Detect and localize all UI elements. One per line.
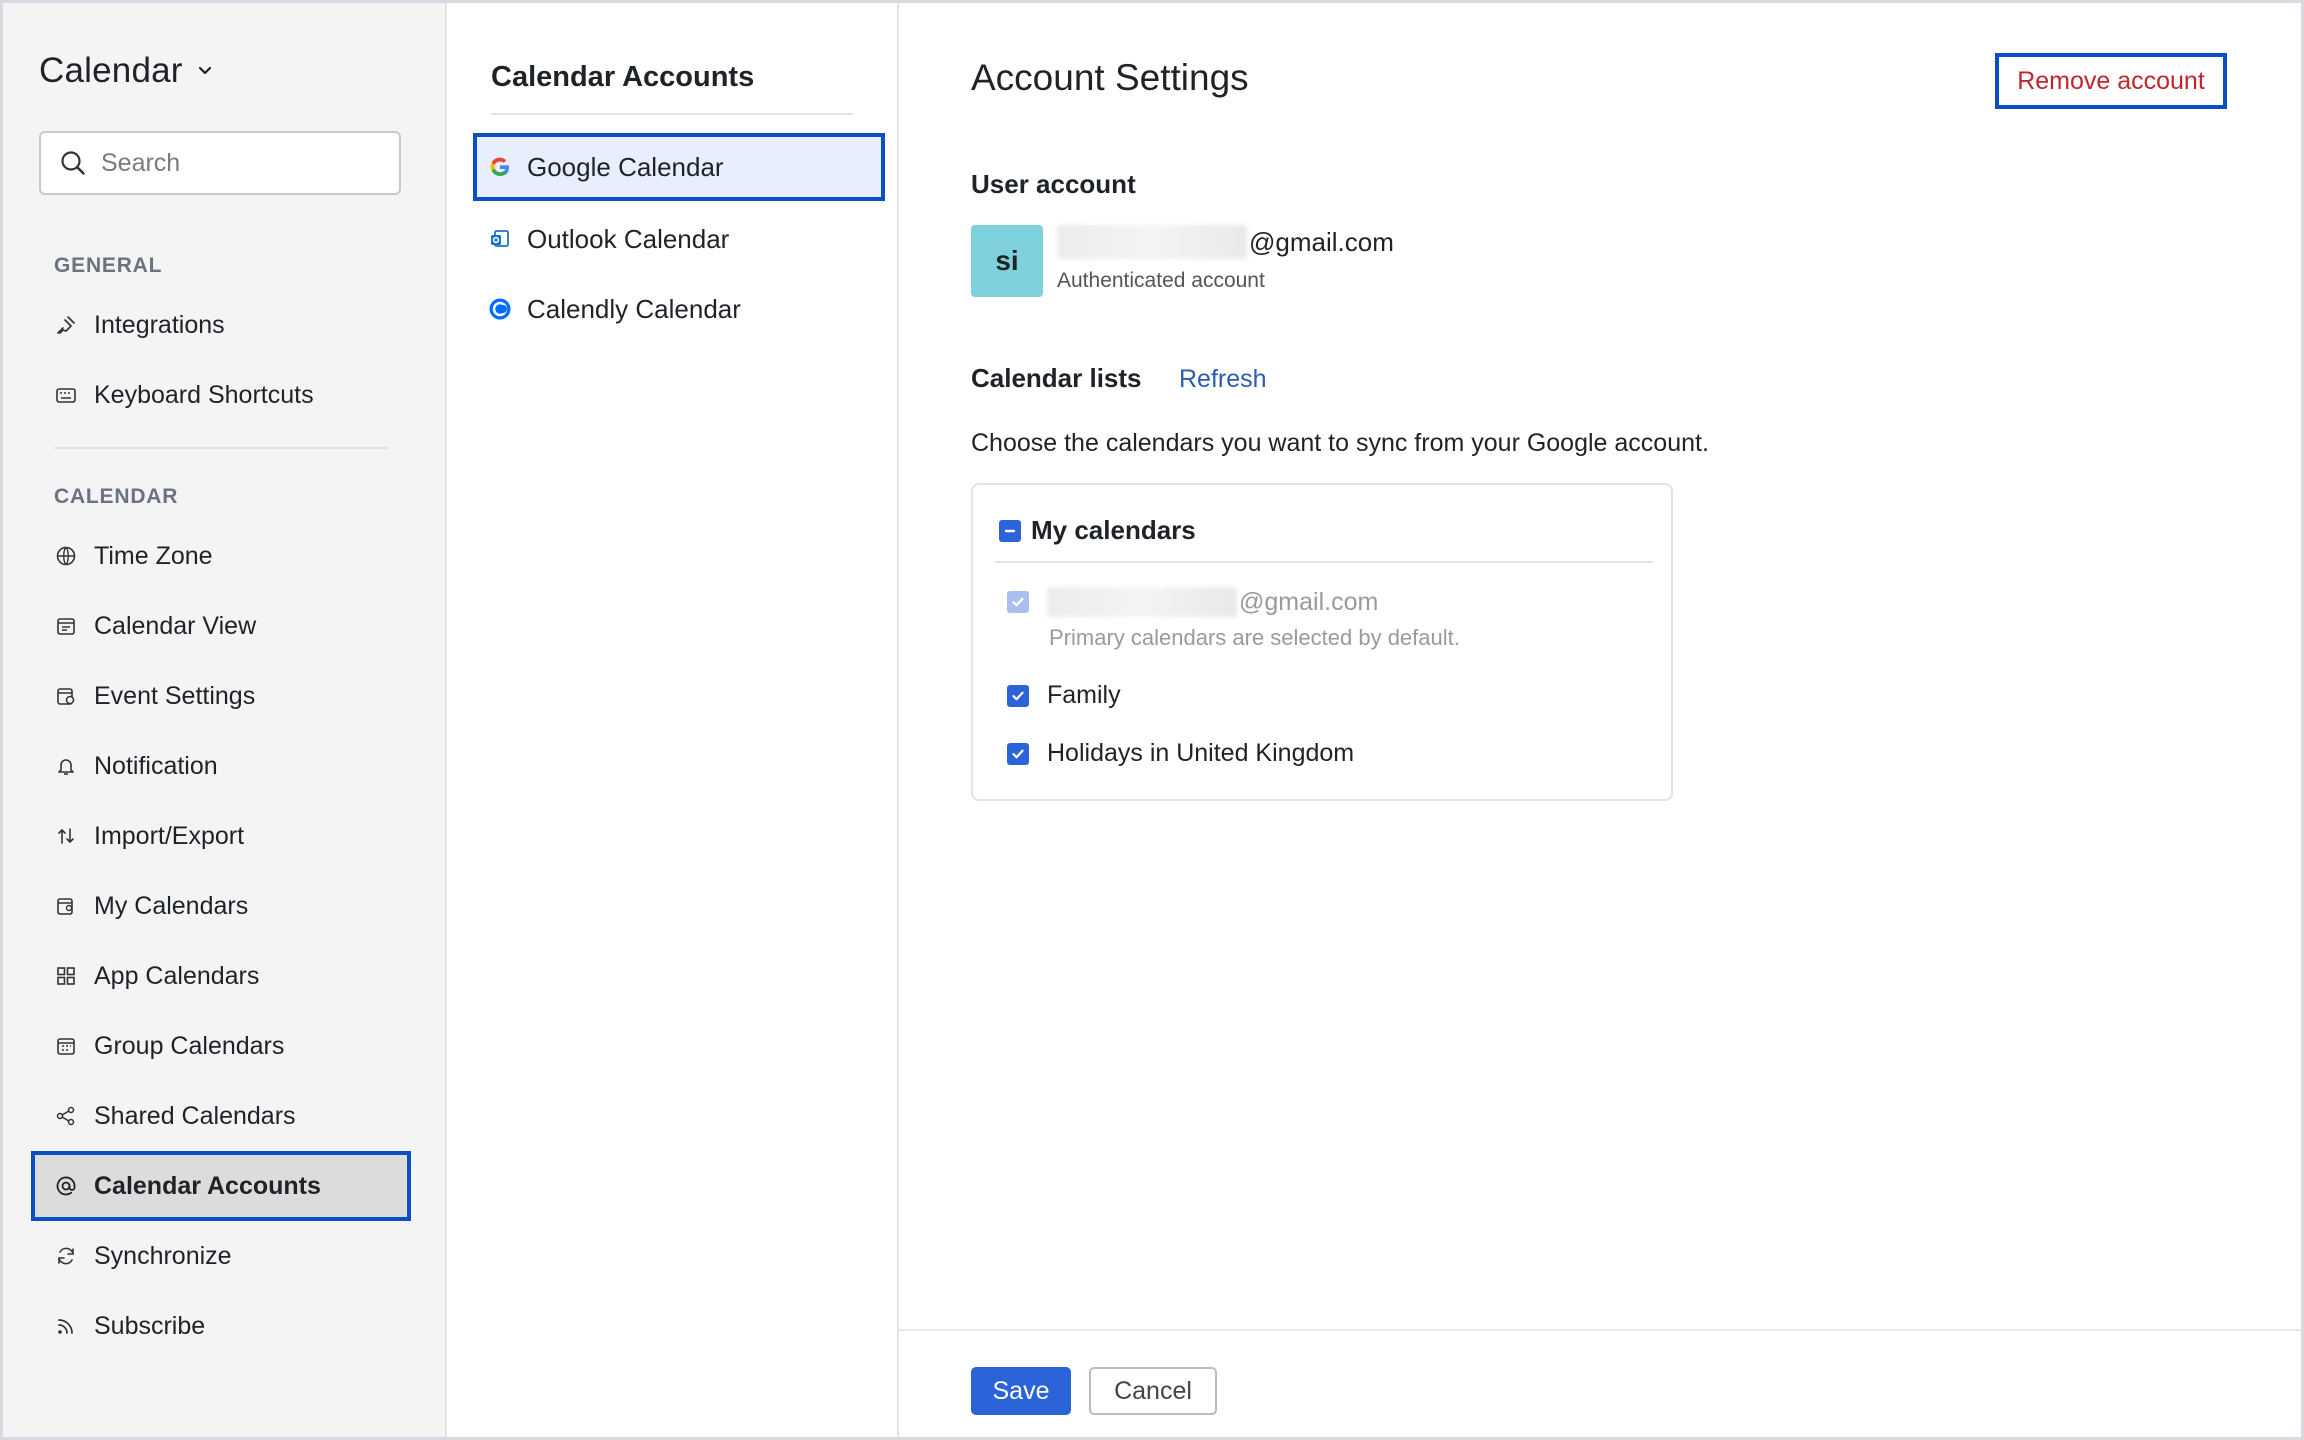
email-suffix: @gmail.com — [1239, 587, 1379, 616]
sidebar-item-calendar-view[interactable]: Calendar View — [31, 591, 411, 661]
refresh-link[interactable]: Refresh — [1179, 365, 1267, 394]
search-input[interactable] — [101, 148, 391, 178]
sidebar-item-event-settings[interactable]: Event Settings — [31, 661, 411, 731]
user-account-heading: User account — [971, 169, 1136, 199]
sidebar-item-shared-calendars[interactable]: Shared Calendars — [31, 1081, 411, 1151]
redacted-email-prefix — [1057, 225, 1247, 259]
sidebar-item-integrations[interactable]: Integrations — [31, 290, 411, 360]
event-settings-icon — [54, 684, 78, 708]
google-icon — [487, 154, 513, 180]
indeterminate-checkbox[interactable] — [999, 519, 1021, 542]
sidebar-item-notification[interactable]: Notification — [31, 731, 411, 801]
sidebar-item-label: Integrations — [94, 310, 225, 339]
sidebar-item-label: Keyboard Shortcuts — [94, 380, 314, 409]
share-icon — [54, 1104, 78, 1128]
calendar-accounts-panel: Calendar Accounts Google Calendar Outloo… — [447, 3, 899, 1437]
avatar: si — [971, 225, 1043, 297]
account-item-label: Outlook Calendar — [527, 223, 730, 254]
sidebar-item-label: Subscribe — [94, 1311, 206, 1340]
section-label-calendar: CALENDAR — [54, 485, 179, 508]
sidebar-item-label: Synchronize — [94, 1241, 232, 1270]
app-switcher[interactable]: Calendar — [39, 51, 215, 91]
sidebar-item-app-calendars[interactable]: App Calendars — [31, 941, 411, 1011]
account-settings-panel: Account Settings Remove account User acc… — [899, 3, 2301, 1437]
rss-icon — [54, 1314, 78, 1338]
cancel-button[interactable]: Cancel — [1089, 1367, 1217, 1415]
outlook-icon — [487, 226, 513, 252]
sidebar-item-label: Group Calendars — [94, 1031, 285, 1060]
sidebar-item-label: My Calendars — [94, 891, 249, 920]
sidebar-item-label: Calendar Accounts — [94, 1171, 321, 1200]
my-calendars-icon — [54, 894, 78, 918]
save-button[interactable]: Save — [971, 1367, 1071, 1415]
sidebar-item-label: Event Settings — [94, 681, 256, 710]
sidebar-item-label: Import/Export — [94, 821, 245, 850]
section-divider — [54, 447, 388, 449]
account-item-label: Calendly Calendar — [527, 293, 741, 324]
account-item-calendly[interactable]: Calendly Calendar — [473, 275, 885, 343]
sidebar-item-my-calendars[interactable]: My Calendars — [31, 871, 411, 941]
calendly-icon — [487, 296, 513, 322]
calendar-item-label: Family — [1047, 681, 1121, 709]
calendar-item-label: @gmail.com — [1047, 587, 1378, 617]
section-label-general: GENERAL — [54, 254, 163, 277]
calendar-list-box: My calendars @gmail.com Primary calendar… — [971, 483, 1673, 801]
sidebar-item-group-calendars[interactable]: Group Calendars — [31, 1011, 411, 1081]
sidebar-item-label: Calendar View — [94, 611, 257, 640]
user-email: @gmail.com — [1057, 225, 1394, 259]
calendar-item-holidays[interactable]: Holidays in United Kingdom — [1007, 739, 1354, 768]
sidebar-item-calendar-accounts[interactable]: Calendar Accounts — [31, 1151, 411, 1221]
sidebar-item-subscribe[interactable]: Subscribe — [31, 1291, 411, 1361]
sidebar-item-time-zone[interactable]: Time Zone — [31, 521, 411, 591]
globe-icon — [54, 544, 78, 568]
my-calendars-label: My calendars — [1031, 515, 1196, 545]
account-item-google[interactable]: Google Calendar — [473, 133, 885, 201]
email-suffix: @gmail.com — [1249, 226, 1394, 257]
accounts-title: Calendar Accounts — [491, 61, 755, 93]
checkbox-checked[interactable] — [1007, 742, 1029, 765]
calendar-view-icon — [54, 614, 78, 638]
account-item-outlook[interactable]: Outlook Calendar — [473, 205, 885, 273]
remove-account-button[interactable]: Remove account — [1995, 53, 2227, 109]
keyboard-icon — [54, 383, 78, 407]
authenticated-note: Authenticated account — [1057, 269, 1265, 292]
sidebar-item-synchronize[interactable]: Synchronize — [31, 1221, 411, 1291]
account-item-label: Google Calendar — [527, 151, 724, 182]
sidebar-item-import-export[interactable]: Import/Export — [31, 801, 411, 871]
sidebar-item-keyboard-shortcuts[interactable]: Keyboard Shortcuts — [31, 360, 411, 430]
checkbox-checked[interactable] — [1007, 684, 1029, 707]
settings-sidebar: Calendar GENERAL Integrations Keyboard S… — [3, 3, 447, 1437]
search-box — [39, 131, 401, 195]
primary-calendar-note: Primary calendars are selected by defaul… — [1049, 625, 1460, 650]
search-icon — [61, 151, 85, 175]
group-calendar-icon — [54, 1034, 78, 1058]
sidebar-item-label: Notification — [94, 751, 218, 780]
sidebar-item-label: Time Zone — [94, 541, 213, 570]
calendar-lists-heading: Calendar lists — [971, 363, 1142, 393]
sync-instructions: Choose the calendars you want to sync fr… — [971, 429, 1709, 457]
at-sign-icon — [54, 1174, 78, 1198]
my-calendars-header: My calendars — [999, 515, 1196, 546]
calendar-item-label: Holidays in United Kingdom — [1047, 739, 1355, 767]
import-export-icon — [54, 824, 78, 848]
page-title: Account Settings — [971, 57, 1249, 98]
sync-icon — [54, 1244, 78, 1268]
checkbox-disabled — [1007, 591, 1029, 613]
sidebar-item-label: Shared Calendars — [94, 1101, 296, 1130]
chevron-down-icon — [198, 66, 211, 75]
sidebar-item-label: App Calendars — [94, 961, 260, 990]
bell-icon — [54, 754, 78, 778]
calendar-list-divider — [995, 561, 1653, 563]
calendar-item-family[interactable]: Family — [1007, 681, 1121, 710]
calendar-item-primary: @gmail.com — [1007, 587, 1378, 617]
app-window: Calendar GENERAL Integrations Keyboard S… — [0, 0, 2304, 1440]
redacted-email-prefix — [1047, 587, 1237, 617]
plug-icon — [54, 313, 78, 337]
form-footer: Save Cancel — [899, 1329, 2301, 1437]
app-title: Calendar — [39, 51, 183, 90]
app-grid-icon — [54, 964, 78, 988]
accounts-divider — [491, 113, 853, 115]
